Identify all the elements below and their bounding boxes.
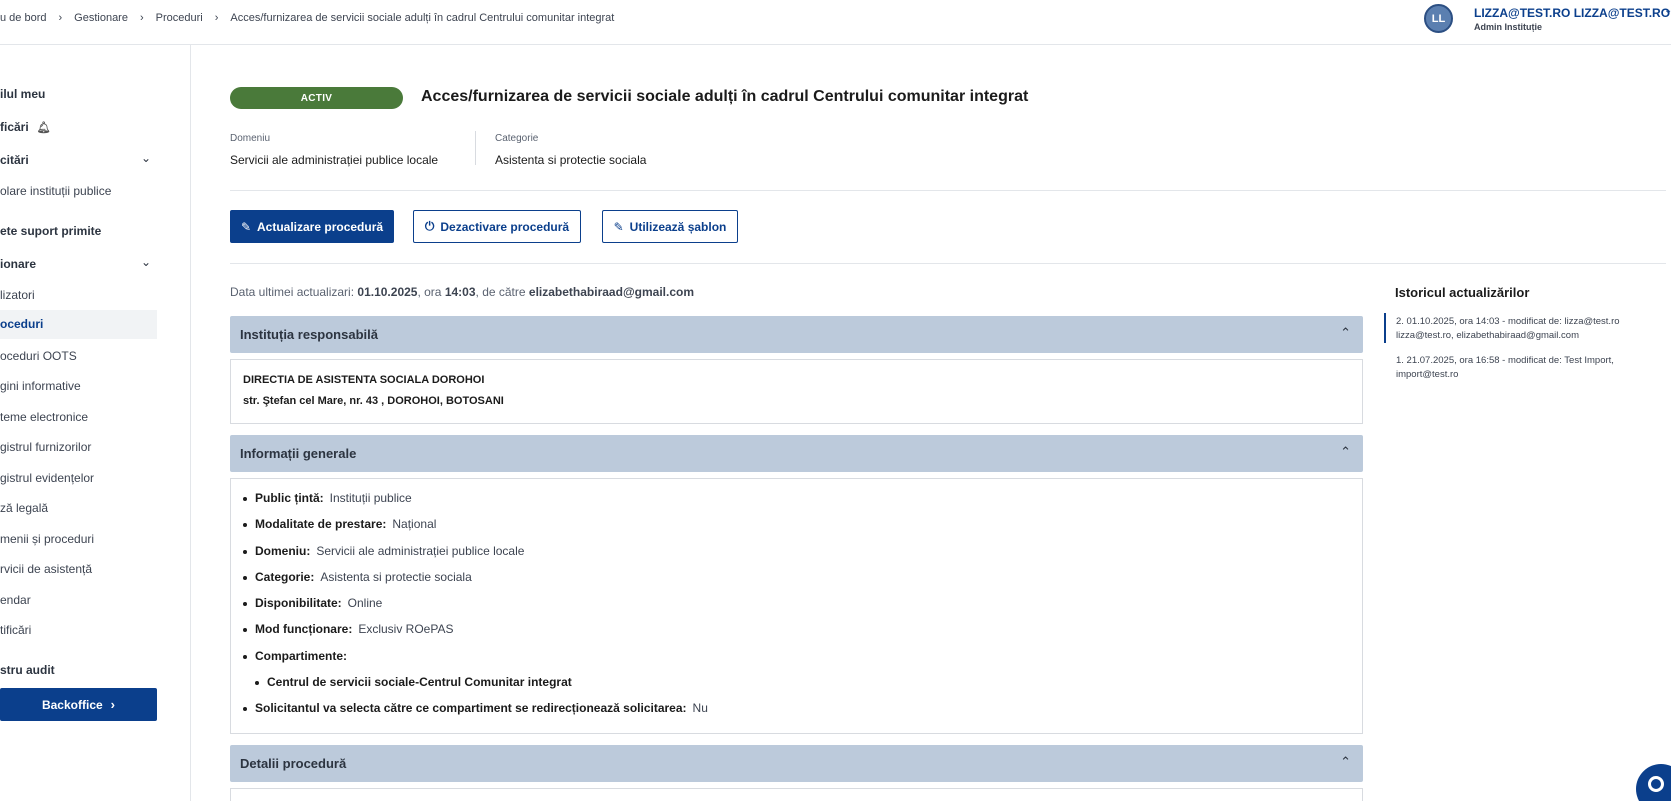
- list-item: Centrul de servicii sociale-Centrul Comu…: [243, 675, 708, 701]
- breadcrumb-separator-icon: ›: [58, 12, 63, 24]
- last-update-date: 01.10.2025: [357, 285, 418, 299]
- accordion-title: Detalii procedură: [240, 756, 347, 771]
- accordion-title: Informații generale: [240, 446, 357, 461]
- update-procedure-label: Actualizare procedură: [257, 219, 384, 234]
- accordion-institution-body: DIRECTIA DE ASISTENTA SOCIALA DOROHOI st…: [230, 359, 1363, 424]
- user-role: Admin Instituție: [1474, 22, 1542, 32]
- institution-address: str. Ştefan cel Mare, nr. 43 , DOROHOI, …: [243, 395, 504, 407]
- power-icon: ⏻: [424, 219, 435, 233]
- last-update-prefix: Data ultimei actualizari:: [230, 285, 355, 299]
- list-item: Solicitantul va selecta către ce compart…: [243, 701, 708, 727]
- last-update-info: Data ultimei actualizari: 01.10.2025, or…: [230, 285, 694, 299]
- sidebar-item-calendar[interactable]: endar: [0, 593, 31, 607]
- sidebar-item-evidence-register[interactable]: gistrul evidențelor: [0, 471, 94, 485]
- list-item: Domeniu: Servicii ale administrației publ…: [243, 544, 708, 570]
- divider: [475, 131, 476, 165]
- use-template-label: Utilizează șablon: [629, 219, 727, 234]
- breadcrumb-item-dashboard[interactable]: u de bord: [0, 12, 46, 24]
- accordion-details-body: [230, 788, 1363, 801]
- pencil-icon: ✎: [613, 219, 624, 234]
- backoffice-label: Backoffice: [41, 697, 103, 712]
- sidebar-item-requests[interactable]: citări: [0, 153, 29, 167]
- breadcrumb: u de bord › Gestionare › Proceduri › Acces/fur…: [0, 12, 614, 24]
- sidebar-item-electronic-systems[interactable]: teme electronice: [0, 410, 88, 424]
- deactivate-procedure-label: Dezactivare procedură: [440, 219, 570, 234]
- sidebar-item-profile[interactable]: ilul meu: [0, 87, 45, 101]
- list-item: Public țintă: Instituții publice: [243, 491, 708, 517]
- bell-icon: 🔔︎: [36, 122, 51, 134]
- divider: [230, 190, 1666, 191]
- divider: [230, 263, 1666, 264]
- chevron-down-icon[interactable]: ⌄: [141, 151, 151, 165]
- top-bar: u de bord › Gestionare › Proceduri › Acces/fur…: [0, 0, 1671, 45]
- main-content: ACTIV Acces/furnizarea de servicii socia…: [191, 45, 1671, 801]
- breadcrumb-item-proceduri[interactable]: Proceduri: [156, 12, 203, 24]
- sidebar-item-info-pages[interactable]: gini informative: [0, 379, 81, 393]
- history-title: Istoricul actualizărilor: [1395, 285, 1530, 300]
- list-item: Modalitate de prestare: Național: [243, 517, 708, 543]
- sidebar-item-public-institutions[interactable]: olare instituții publice: [0, 184, 111, 198]
- general-info-list: Public țintă: Instituții publice Modalita…: [243, 491, 708, 728]
- chevron-up-icon[interactable]: ⌃: [1340, 325, 1351, 341]
- chevron-right-icon: ›: [110, 697, 116, 712]
- history-entry[interactable]: 2. 01.10.2025, ora 14:03 - modificat de:…: [1396, 315, 1646, 343]
- chevron-down-icon[interactable]: ⌄: [141, 255, 151, 269]
- history-entry[interactable]: 1. 21.07.2025, ora 16:58 - modificat de:…: [1396, 354, 1646, 382]
- update-procedure-button[interactable]: ✎ Actualizare procedură: [230, 210, 394, 243]
- domain-label: Domeniu: [230, 133, 271, 144]
- accordion-institution-header[interactable]: Instituția responsabilă ⌃: [230, 316, 1363, 353]
- last-update-email: elizabethabiraad@gmail.com: [528, 285, 694, 299]
- sidebar-item-providers-register[interactable]: gistrul furnizorilor: [0, 440, 91, 454]
- sidebar-item-procedures[interactable]: oceduri: [0, 310, 157, 339]
- sidebar-item-audit-register[interactable]: stru audit: [0, 663, 55, 677]
- sidebar-item-legal-basis[interactable]: ză legală: [0, 501, 48, 515]
- sidebar-item-domains-procedures[interactable]: menii și proceduri: [0, 532, 94, 546]
- sidebar: ilul meu ficări 🔔︎ citări ⌄ olare institu…: [0, 45, 191, 801]
- page-title: Acces/furnizarea de servicii sociale adu…: [421, 88, 1029, 105]
- institution-name: DIRECTIA DE ASISTENTA SOCIALA DOROHOI: [243, 374, 485, 386]
- list-item: Mod funcționare: Exclusiv ROePAS: [243, 622, 708, 648]
- chevron-down-icon[interactable]: ⌄: [1664, 5, 1671, 16]
- breadcrumb-item-current: Acces/furnizarea de servicii sociale adu…: [230, 12, 615, 24]
- sidebar-item-management[interactable]: ionare: [0, 257, 36, 271]
- user-name[interactable]: LIZZA@TEST.RO LIZZA@TEST.RO: [1474, 6, 1670, 20]
- last-update-time: 14:03: [444, 285, 476, 299]
- sidebar-item-assistance-services[interactable]: rvicii de asistență: [0, 562, 92, 576]
- sidebar-item-notifications[interactable]: ficări 🔔︎: [0, 120, 51, 134]
- sidebar-item-oots-procedures[interactable]: oceduri OOTS: [0, 349, 77, 363]
- list-item: Categorie: Asistenta si protectie sociala: [243, 570, 708, 596]
- category-value: Asistenta si protectie sociala: [495, 153, 647, 167]
- sidebar-item-notifications-list[interactable]: tificări: [0, 623, 31, 637]
- deactivate-procedure-button[interactable]: ⏻ Dezactivare procedură: [413, 210, 581, 243]
- chat-icon: [1648, 776, 1664, 792]
- avatar[interactable]: LL: [1424, 4, 1453, 33]
- status-badge: ACTIV: [230, 87, 403, 109]
- sidebar-item-label: ficări: [0, 120, 29, 134]
- breadcrumb-item-gestionare[interactable]: Gestionare: [74, 12, 128, 24]
- last-update-by: , de către: [475, 285, 526, 299]
- list-item: Disponibilitate: Online: [243, 596, 708, 622]
- chevron-up-icon[interactable]: ⌃: [1340, 444, 1351, 460]
- sidebar-item-users[interactable]: lizatori: [0, 288, 35, 302]
- history-active-marker: [1384, 313, 1386, 343]
- accordion-details-header[interactable]: Detalii procedură ⌃: [230, 745, 1363, 782]
- list-item: Compartimente:: [243, 649, 708, 675]
- accordion-general-header[interactable]: Informații generale ⌃: [230, 435, 1363, 472]
- last-update-mid: , ora: [417, 285, 442, 299]
- breadcrumb-separator-icon: ›: [214, 12, 219, 24]
- backoffice-button[interactable]: Backoffice ›: [0, 688, 157, 721]
- domain-value: Servicii ale administrației publice loca…: [230, 153, 439, 167]
- sidebar-item-support-requests[interactable]: ete suport primite: [0, 224, 101, 238]
- chevron-up-icon[interactable]: ⌃: [1340, 754, 1351, 770]
- accordion-title: Instituția responsabilă: [240, 327, 378, 342]
- accordion-general-body: Public țintă: Instituții publice Modalita…: [230, 478, 1363, 734]
- pencil-icon: ✎: [240, 219, 251, 234]
- breadcrumb-separator-icon: ›: [139, 12, 144, 24]
- category-label: Categorie: [495, 133, 539, 144]
- use-template-button[interactable]: ✎ Utilizează șablon: [602, 210, 738, 243]
